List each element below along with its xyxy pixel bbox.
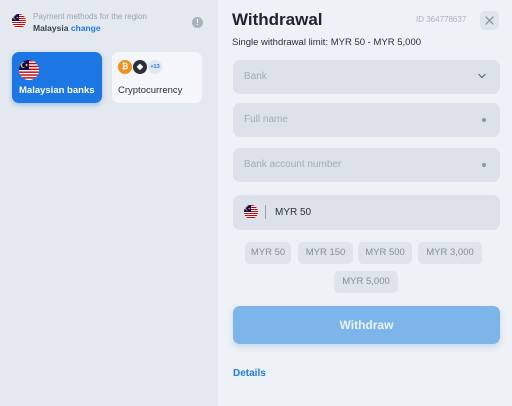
quick-amount-50[interactable]: MYR 50	[245, 242, 291, 264]
method-label: Malaysian banks	[19, 85, 95, 96]
malaysia-flag-icon	[12, 14, 26, 28]
quick-amount-500[interactable]: MYR 500	[358, 242, 412, 264]
malaysia-flag-icon	[19, 60, 39, 80]
region-selector: Payment methods for the region Malaysia …	[12, 10, 206, 36]
bank-account-field[interactable]: Bank account number	[233, 148, 500, 182]
quick-amount-5000[interactable]: MYR 5,000	[334, 271, 398, 293]
method-cryptocurrency[interactable]: ₿ ◆ +13 Cryptocurrency	[112, 52, 202, 103]
info-icon[interactable]: !	[192, 17, 203, 28]
payment-methods-panel: Payment methods for the region Malaysia …	[0, 0, 218, 406]
required-dot-icon	[482, 163, 486, 167]
bank-placeholder: Bank	[244, 71, 267, 82]
withdrawal-panel: Withdrawal ID 364778637 Single withdrawa…	[218, 0, 512, 406]
withdraw-button[interactable]: Withdraw	[233, 306, 500, 344]
change-region-link[interactable]: change	[71, 23, 101, 33]
page-title: Withdrawal	[232, 10, 323, 29]
region-country-line: Malaysia change	[33, 23, 101, 33]
chevron-down-icon	[478, 73, 486, 79]
amount-input[interactable]	[275, 204, 475, 221]
full-name-placeholder: Full name	[244, 114, 288, 125]
quick-amount-150[interactable]: MYR 150	[298, 242, 353, 264]
more-coins-badge: +13	[148, 60, 162, 74]
method-label: Cryptocurrency	[118, 85, 183, 96]
crypto-icons: ₿ ◆ +13	[118, 60, 178, 74]
region-title: Payment methods for the region	[33, 12, 147, 21]
bank-select[interactable]: Bank	[233, 60, 500, 94]
withdrawal-limit: Single withdrawal limit: MYR 50 - MYR 5,…	[232, 37, 422, 48]
quick-amounts: MYR 50 MYR 150 MYR 500 MYR 3,000 MYR 5,0…	[218, 242, 512, 297]
quick-amount-3000[interactable]: MYR 3,000	[418, 242, 482, 264]
divider	[265, 205, 266, 219]
close-button[interactable]	[480, 11, 499, 30]
method-malaysian-banks[interactable]: Malaysian banks	[12, 52, 102, 103]
account-placeholder: Bank account number	[244, 159, 342, 170]
amount-field[interactable]	[233, 195, 500, 230]
region-country: Malaysia	[33, 23, 69, 33]
ethereum-icon: ◆	[133, 60, 147, 74]
malaysia-flag-icon	[244, 205, 258, 219]
full-name-field[interactable]: Full name	[233, 103, 500, 137]
details-link[interactable]: Details	[233, 368, 266, 379]
close-icon	[485, 16, 494, 25]
required-dot-icon	[482, 118, 486, 122]
account-id: ID 364778637	[416, 15, 467, 24]
bitcoin-icon: ₿	[118, 60, 132, 74]
